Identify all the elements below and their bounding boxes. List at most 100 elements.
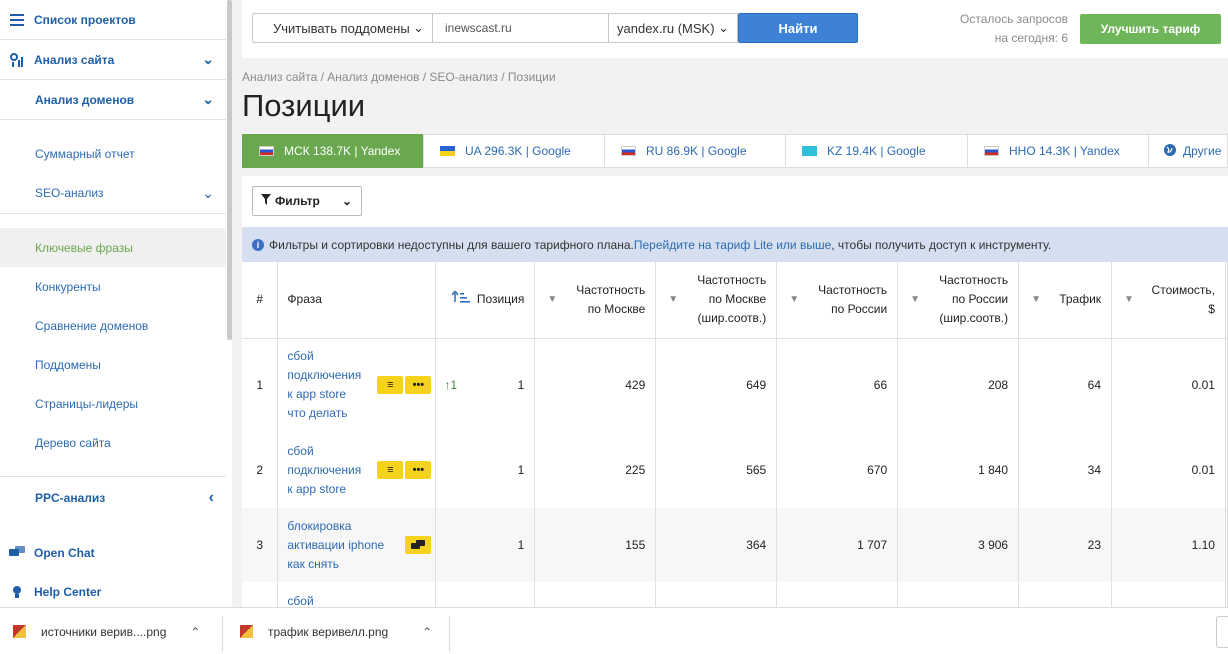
chevron-up-icon[interactable]: ⌃ (190, 625, 200, 639)
phrase-line: активации iphone (287, 537, 385, 552)
sidebar-item-competitors[interactable]: Конкуренты (0, 267, 226, 306)
search-engine-dropdown[interactable]: yandex.ru (MSK) ⌄ (608, 13, 738, 43)
snippet-icon[interactable]: ≡ (377, 461, 404, 479)
sidebar-item-label: Поддомены (35, 357, 101, 372)
find-button[interactable]: Найти (738, 13, 858, 43)
header-label: по Москве (587, 301, 646, 316)
upgrade-link[interactable]: Перейдите на тариф Lite или выше (634, 238, 831, 252)
help-center-link[interactable]: Help Center (0, 572, 226, 607)
domain-input[interactable]: inewscast.ru (432, 13, 609, 43)
position-cell: 1 (435, 432, 536, 508)
sidebar-item-label: PPC-анализ (35, 490, 106, 505)
column-header-cost[interactable]: ▼ Стоимость, $ (1111, 262, 1226, 339)
sidebar-item-label: SEO-анализ (35, 186, 104, 200)
edge-cell (1225, 432, 1228, 508)
search-engine-value: yandex.ru (MSK) (617, 20, 715, 36)
row-number: 2 (242, 432, 279, 508)
sort-down-icon: ▼ (789, 294, 800, 306)
sidebar-item-subdomains[interactable]: Поддомены (0, 345, 226, 384)
divider (449, 616, 450, 652)
download-item[interactable]: трафик веривелл.png ⌃ (240, 608, 432, 654)
tab-kz-google[interactable]: KZ 19.4K | Google (785, 134, 968, 168)
header-label: Частотность (576, 282, 646, 297)
cost-cell: 1.10 (1111, 508, 1226, 582)
sidebar-item-domain-compare[interactable]: Сравнение доменов (0, 306, 226, 345)
phrase-link[interactable]: сбой подключения к app store что делать (287, 347, 371, 423)
phrase-link[interactable]: сбой подключения к app store (287, 442, 371, 499)
subdomains-dropdown[interactable]: Учитывать поддомены ⌄ (252, 13, 433, 43)
tab-ru-google[interactable]: RU 86.9K | Google (604, 134, 786, 168)
divider (0, 476, 226, 477)
freq-msk-broad-cell: 565 (655, 432, 778, 508)
phrase-cell: сбой подключения к app store ≡ ••• (277, 432, 437, 508)
header-label: по России (952, 292, 1009, 307)
analytics-icon (0, 52, 34, 67)
sidebar-item-ppc-analysis[interactable]: PPC-анализ ‹ (0, 478, 226, 517)
header-label: Позиция (476, 292, 525, 307)
column-header-traffic[interactable]: ▼ Трафик (1018, 262, 1113, 339)
phrase-line: как снять (287, 556, 340, 571)
flag-ua-icon (440, 146, 455, 156)
phrase-link[interactable]: блокировка активации iphone как снять (287, 517, 391, 574)
sidebar-item-label: Список проектов (34, 12, 136, 27)
upgrade-plan-button[interactable]: Улучшить тариф (1080, 14, 1221, 44)
positions-panel: Фильтр ⌄ i Фильтры и сортировки недоступ… (242, 176, 1228, 607)
column-header-freq-ru[interactable]: ▼ Частотность по России (776, 262, 899, 339)
divider (222, 616, 223, 652)
quota-line: на сегодня: 6 (994, 31, 1068, 45)
table-row: 1 сбой подключения к app store что делат… (242, 338, 1228, 432)
edge-cell (1225, 338, 1228, 432)
column-header-phrase[interactable]: Фраза (277, 262, 437, 339)
chat-icon (0, 545, 34, 560)
sidebar-item-top-pages[interactable]: Страницы-лидеры (0, 384, 226, 423)
quota-text: Осталось запросов на сегодня: 6 (932, 10, 1068, 48)
filter-icon (261, 194, 271, 208)
sidebar-item-site-analysis[interactable]: Анализ сайта ⌄ (0, 40, 226, 79)
sidebar-item-projects[interactable]: Список проектов (0, 0, 226, 39)
sort-down-icon: ▼ (547, 294, 558, 306)
position-value: 1 (517, 463, 525, 477)
png-file-icon (13, 625, 26, 638)
tab-nno-yandex[interactable]: ННО 14.3K | Yandex (967, 134, 1149, 168)
snippet-icon[interactable]: ≡ (377, 376, 404, 395)
chevron-up-icon[interactable]: ⌃ (422, 625, 432, 639)
phrase-line: блокировка (287, 518, 352, 533)
sort-ascending-icon (436, 290, 471, 309)
header-label: Частотность (697, 273, 767, 288)
chevron-down-icon: ⌄ (718, 20, 729, 35)
column-header-freq-msk[interactable]: ▼ Частотность по Москве (534, 262, 657, 339)
freq-msk-cell: 155 (534, 508, 657, 582)
freq-msk-broad-cell: 649 (655, 338, 778, 432)
phrase-line: сбой (287, 594, 314, 607)
more-icon[interactable]: ••• (405, 461, 432, 479)
comments-icon[interactable] (405, 536, 432, 554)
show-all-downloads-button[interactable] (1216, 616, 1228, 648)
open-chat-link[interactable]: Open Chat (0, 533, 226, 572)
table-row: сбой (242, 582, 1228, 607)
column-header-freq-ru-broad[interactable]: ▼ Частотность по России (шир.соотв.) (897, 262, 1020, 339)
column-header-freq-msk-broad[interactable]: ▼ Частотность по Москве (шир.соотв.) (655, 262, 778, 339)
more-icon[interactable]: ••• (405, 376, 432, 395)
sidebar-scrollbar[interactable] (227, 0, 232, 340)
freq-ru-cell: 670 (776, 432, 899, 508)
filter-button[interactable]: Фильтр ⌄ (252, 186, 362, 216)
tab-others[interactable]: Другие (1148, 134, 1228, 168)
tab-msk-yandex[interactable]: МСК 138.7K | Yandex (242, 134, 424, 168)
plan-notice: i Фильтры и сортировки недоступны для ва… (242, 227, 1228, 262)
column-header-position[interactable]: Позиция (435, 262, 536, 339)
cost-cell: 0.01 (1111, 338, 1226, 432)
search-toolbar: Учитывать поддомены ⌄ inewscast.ru yande… (242, 0, 1228, 58)
header-label: Трафик (1059, 292, 1102, 307)
sidebar-item-seo-analysis[interactable]: SEO-анализ ⌄ (0, 173, 226, 213)
sidebar-item-keywords[interactable]: Ключевые фразы (0, 228, 226, 267)
row-number: 3 (242, 508, 279, 582)
sidebar-item-site-tree[interactable]: Дерево сайта (0, 423, 226, 462)
download-item[interactable]: источники верив....png ⌃ (13, 608, 200, 654)
tab-label: МСК 138.7K | Yandex (284, 144, 401, 158)
chevron-down-icon: ⌄ (341, 194, 352, 208)
sidebar-item-summary[interactable]: Суммарный отчет (0, 134, 226, 173)
phrase-link[interactable]: сбой (287, 592, 371, 607)
sidebar-item-domain-analysis[interactable]: Анализ доменов ⌄ (0, 80, 226, 119)
tab-ua-google[interactable]: UA 296.3K | Google (423, 134, 605, 168)
flag-ru-icon (984, 146, 999, 156)
